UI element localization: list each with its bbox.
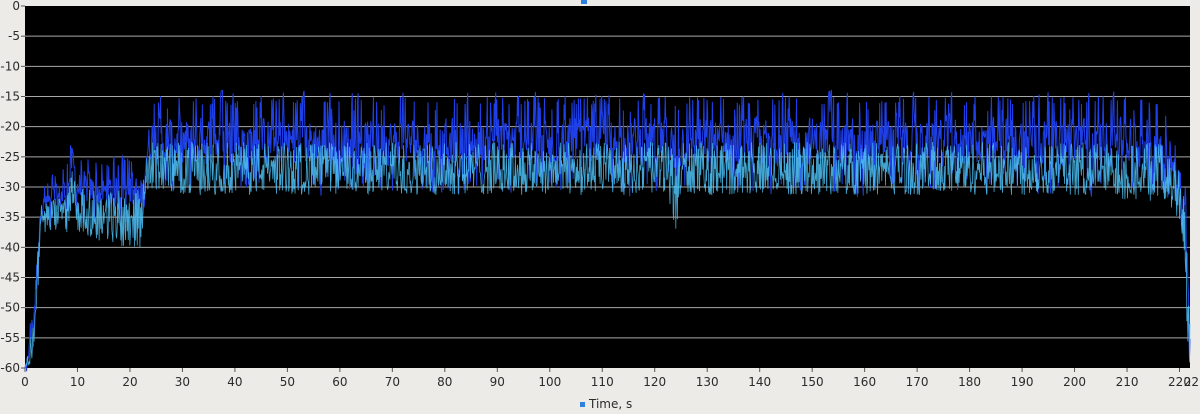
level-chart: 0 -5 -10 -15 -20 -25 -30 -35 -40 -45 -50 -55 -60 0 10… bbox=[0, 0, 1200, 411]
y-tick-label: -35 bbox=[0, 210, 20, 224]
x-tick-label: 40 bbox=[227, 375, 242, 389]
y-tick-label: -10 bbox=[0, 59, 20, 73]
x-tick-label: 100 bbox=[538, 375, 561, 389]
y-tick-label: -45 bbox=[0, 271, 20, 285]
x-tick-label: 190 bbox=[1011, 375, 1034, 389]
top-scroll-marker[interactable] bbox=[581, 0, 587, 4]
x-tick-label: 80 bbox=[437, 375, 452, 389]
x-tick-label: 150 bbox=[801, 375, 824, 389]
y-tick-label: -5 bbox=[8, 29, 20, 43]
x-tick-label: 10 bbox=[70, 375, 85, 389]
x-axis-label-marker bbox=[580, 402, 585, 407]
x-tick-label: 120 bbox=[643, 375, 666, 389]
y-tick-label: -15 bbox=[0, 90, 20, 104]
y-tick-label: -20 bbox=[0, 120, 20, 134]
x-tick-label: 170 bbox=[906, 375, 929, 389]
x-tick-label: 130 bbox=[696, 375, 719, 389]
y-tick-label: -40 bbox=[0, 240, 20, 254]
x-tick-label: 70 bbox=[385, 375, 400, 389]
y-tick-label: -30 bbox=[0, 180, 20, 194]
x-tick-label: 200 bbox=[1063, 375, 1086, 389]
x-tick-label: 180 bbox=[958, 375, 981, 389]
y-tick-label: -60 bbox=[0, 361, 20, 375]
x-tick-label: 30 bbox=[175, 375, 190, 389]
chart-svg: 0 -5 -10 -15 -20 -25 -30 -35 -40 -45 -50 -55 -60 0 10… bbox=[0, 0, 1200, 411]
y-tick-label: 0 bbox=[12, 0, 20, 13]
y-tick-label: -25 bbox=[0, 150, 20, 164]
x-tick-label: 50 bbox=[280, 375, 295, 389]
x-tick-label: 90 bbox=[490, 375, 505, 389]
x-tick-label: 160 bbox=[853, 375, 876, 389]
y-tick-label: -55 bbox=[0, 331, 20, 345]
y-tick-label: -50 bbox=[0, 301, 20, 315]
x-tick-label: 60 bbox=[332, 375, 347, 389]
x-edge-tick-label: 22 bbox=[1184, 375, 1199, 389]
x-tick-label: 110 bbox=[591, 375, 614, 389]
x-tick-label: 20 bbox=[122, 375, 137, 389]
x-tick-label: 140 bbox=[748, 375, 771, 389]
x-axis-label: Time, s bbox=[588, 397, 632, 410]
x-tick-label: 0 bbox=[21, 375, 29, 389]
x-tick-label: 210 bbox=[1116, 375, 1139, 389]
